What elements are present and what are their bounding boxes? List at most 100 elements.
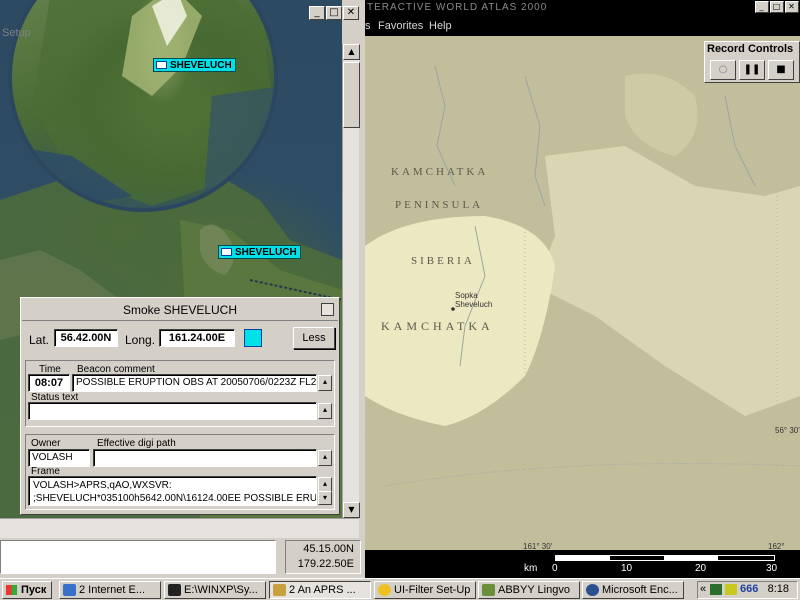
scroll-up-button[interactable]: ▲ <box>343 44 360 60</box>
lingvo-icon <box>482 584 495 596</box>
menu-help[interactable]: Help <box>429 20 452 32</box>
scale-tick: 30 <box>766 563 778 574</box>
cursor-coordinates: 45.15.00N 179.22.50E <box>285 540 361 574</box>
label-lon-right: 162° <box>768 542 785 550</box>
dialog-close-button[interactable] <box>321 303 334 316</box>
start-button[interactable]: Пуск <box>2 581 52 599</box>
console-icon <box>168 584 181 596</box>
atlas-menubar: s Favorites Help <box>365 16 800 36</box>
start-label: Пуск <box>21 584 47 596</box>
station-label[interactable]: SHEVELUCH <box>218 245 301 259</box>
owner-label: Owner <box>31 438 61 449</box>
task-microsoft-encarta[interactable]: Microsoft Enc... <box>582 581 684 599</box>
task-explorer[interactable]: E:\WINXP\Sy... <box>164 581 266 599</box>
vertical-scrollbar[interactable]: ▲ ▼ <box>342 44 360 518</box>
beacon-comment-field[interactable]: POSSIBLE ERUPTION OBS AT 20050706/0223Z … <box>72 374 317 392</box>
clock[interactable]: 8:18 <box>768 583 789 595</box>
scroll-thumb[interactable] <box>343 62 360 128</box>
lat-label: Lat. <box>29 333 50 347</box>
status-text-field[interactable] <box>28 402 317 420</box>
label-peninsula: PENINSULA <box>395 199 484 211</box>
task-label: E:\WINXP\Sy... <box>184 584 258 596</box>
owner-field[interactable]: VOLASH <box>28 449 90 467</box>
atlas-terrain <box>365 36 800 550</box>
scale-tick: 0 <box>552 563 558 574</box>
record-button[interactable]: ○ <box>710 60 736 80</box>
long-field[interactable]: 161.24.00E <box>159 329 235 347</box>
atlas-minimize-button[interactable]: _ <box>755 1 769 13</box>
label-siberia: SIBERIA <box>411 255 475 267</box>
scale-ruler <box>555 555 775 561</box>
station-flag-icon <box>221 248 232 256</box>
tray-text[interactable]: 666 <box>740 583 758 595</box>
windows-logo-icon <box>6 585 17 595</box>
scroll-down-button[interactable]: ▼ <box>343 502 360 518</box>
frame-scroll-down-button[interactable]: ▾ <box>318 491 332 505</box>
menu-favorites[interactable]: Favorites <box>378 20 423 32</box>
scale-tick: 20 <box>695 563 707 574</box>
label-volcano-line1: Sopka <box>455 291 478 300</box>
digi-path-label: Effective digi path <box>97 438 176 449</box>
less-button[interactable]: Less <box>293 327 335 349</box>
task-label: Microsoft Enc... <box>602 584 678 596</box>
task-ui-filter[interactable]: UI-Filter Set-Up <box>374 581 476 599</box>
tray-expand-icon[interactable]: « <box>700 583 706 595</box>
menu-setup[interactable]: Setup <box>2 27 31 39</box>
task-label: ABBYY Lingvo <box>498 584 570 596</box>
time-field[interactable]: 08:07 <box>28 374 70 392</box>
digi-scroll-button[interactable]: ▴ <box>318 450 332 466</box>
scale-tick: 10 <box>621 563 633 574</box>
label-volcano-line2: Sheveluch <box>455 300 493 309</box>
atlas-maximize-button[interactable]: □ <box>770 1 784 13</box>
stop-button[interactable]: ■ <box>768 60 794 80</box>
label-lat-right: 56° 30' <box>775 426 800 435</box>
task-label: UI-Filter Set-Up <box>394 584 471 596</box>
left-menubar: Setup <box>0 24 360 44</box>
task-abbyy-lingvo[interactable]: ABBYY Lingvo <box>478 581 580 599</box>
frame-field[interactable]: VOLASH>APRS,qAO,WXSVR: ;SHEVELUCH*035100… <box>28 476 317 506</box>
record-controls-title: Record Controls <box>707 43 794 55</box>
station-label-text: SHEVELUCH <box>170 60 232 71</box>
smiley-icon <box>378 584 391 596</box>
atlas-map[interactable]: KAMCHATKA PENINSULA SIBERIA Sopka Shevel… <box>365 36 800 550</box>
taskbar: Пуск 2 Internet E... E:\WINXP\Sy... 2 An… <box>0 578 800 600</box>
label-kamchatka-top: KAMCHATKA <box>391 166 489 178</box>
task-label: 2 Internet E... <box>79 584 146 596</box>
encarta-icon <box>586 584 599 596</box>
atlas-title: TERACTIVE WORLD ATLAS 2000 <box>367 2 548 13</box>
station-label-magnified[interactable]: SHEVELUCH <box>153 58 236 72</box>
cursor-longitude: 179.22.50E <box>297 558 354 570</box>
lat-field[interactable]: 56.42.00N <box>54 329 118 347</box>
label-kamchatka-mid: KAMCHATKA <box>381 319 494 333</box>
label-lon-bottom: 161° 30' <box>523 542 553 550</box>
station-symbol-button[interactable] <box>244 329 262 347</box>
frame-line: ;SHEVELUCH*035100h5642.00N\16124.00EE PO… <box>33 493 317 504</box>
record-controls-panel: Record Controls ○ ❚❚ ■ <box>704 41 800 83</box>
close-button[interactable]: ✕ <box>343 6 359 20</box>
dialog-title: Smoke SHEVELUCH <box>122 303 238 317</box>
network-icon[interactable] <box>710 584 722 595</box>
system-tray: « 666 8:18 <box>697 581 798 599</box>
station-flag-icon <box>156 61 167 69</box>
station-label-text: SHEVELUCH <box>235 247 297 258</box>
cursor-latitude: 45.15.00N <box>303 543 354 555</box>
pause-button[interactable]: ❚❚ <box>739 60 765 80</box>
digi-path-field[interactable] <box>93 449 317 467</box>
tray-app-icon[interactable] <box>725 584 737 595</box>
dialog-titlebar: Smoke SHEVELUCH <box>22 299 338 321</box>
left-window-titlebar: _ □ ✕ <box>0 0 365 24</box>
scale-unit: km <box>524 563 538 574</box>
minimize-button[interactable]: _ <box>309 6 325 20</box>
horizontal-scrollbar[interactable] <box>0 518 359 538</box>
atlas-titlebar: TERACTIVE WORLD ATLAS 2000 _ □ ✕ <box>365 0 800 16</box>
maximize-button[interactable]: □ <box>326 6 342 20</box>
status-field <box>0 540 276 574</box>
status-bar: 45.15.00N 179.22.50E <box>0 538 365 578</box>
beacon-scroll-button[interactable]: ▴ <box>318 375 332 391</box>
aprs-icon <box>273 584 286 596</box>
atlas-close-button[interactable]: ✕ <box>785 1 799 13</box>
status-scroll-button[interactable]: ▴ <box>318 403 332 419</box>
task-aprs[interactable]: 2 An APRS ... <box>269 581 371 599</box>
task-internet-explorer[interactable]: 2 Internet E... <box>59 581 161 599</box>
menu-edge[interactable]: s <box>365 20 371 32</box>
